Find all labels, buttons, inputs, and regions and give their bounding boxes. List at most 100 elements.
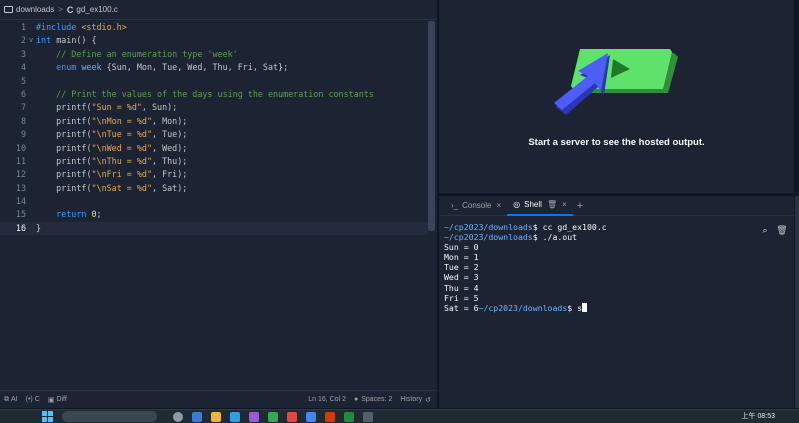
app-icon[interactable] [230,411,240,422]
code-line[interactable]: 13 printf("\nSat = %d", Sat); [0,182,428,195]
close-icon[interactable]: × [562,200,567,209]
terminal-text: Sat = 6 [444,302,479,313]
ai-icon: ⧉ [4,395,9,403]
dot-icon: ● [353,396,359,403]
terminal-line: Wed = 3 [444,272,762,282]
app-icon[interactable] [268,411,278,422]
app-icon[interactable] [192,411,202,422]
console-scrollbar[interactable] [795,196,799,408]
editor-status-bar: ⧉ AI (•) C ▣ Diff Ln 16, Col 2 ● Spaces:… [0,390,437,408]
code-text: enum week {Sun, Mon, Tue, Wed, Thu, Fri,… [56,62,289,73]
code-text: printf("\nThu = %d", Thu); [56,155,188,166]
indentation-setting[interactable]: ● Spaces: 2 [354,396,392,403]
code-text: // Define an enumeration type 'week' [56,48,238,59]
code-line[interactable]: 16} [0,221,428,236]
terminal-line: Sun = 0 [444,242,762,252]
breadcrumb-folder[interactable]: downloads [16,5,54,14]
terminal-text: $ ./a.out [532,232,578,243]
code-line[interactable]: 1 #include <stdio.h> [0,21,428,34]
diff-icon: ▣ [47,396,55,404]
line-number: 11 [15,155,26,166]
tab-console[interactable]: ›_ Console × [445,196,507,216]
terminal-actions: ⌕ 🗑 [759,224,788,236]
code-line[interactable]: 14 [0,195,428,208]
line-number: 4 [20,62,26,73]
taskbar-search-box[interactable] [62,411,157,422]
app-icon[interactable] [249,411,259,422]
trash-tab-icon[interactable]: 🗑 [547,200,557,209]
tab-shell[interactable]: ◎ Shell 🗑 × [507,196,573,216]
app-icon[interactable] [363,411,373,422]
terminal-input-text[interactable]: $ s [567,303,582,313]
terminal-text: Mon = 1 [444,252,479,263]
terminal-text: Wed = 3 [444,272,479,283]
code-text: // Print the values of the days using th… [56,88,374,99]
code-text: #include <stdio.h> [36,22,127,32]
fold-chevron-icon[interactable]: v [26,34,36,47]
line-number: 15 [15,209,26,220]
spaces-label: Spaces: 2 [361,396,393,403]
console-tab-bar: ›_ Console × ◎ Shell 🗑 × + [439,196,794,216]
code-line[interactable]: 8 printf("\nMon = %d", Mon); [0,115,428,128]
code-text: return 0; [56,209,102,220]
code-line[interactable]: 12 printf("\nFri = %d", Fri); [0,168,428,181]
close-icon[interactable]: × [496,201,501,210]
webview-pane: Start a server to see the hosted output. [439,0,794,193]
code-line[interactable]: 9 printf("\nTue = %d", Tue); [0,128,428,141]
line-number: 2 [20,35,26,46]
diff-button[interactable]: ▣ Diff [48,396,67,404]
prompt-path: ~/cp2023/downloads [444,232,533,243]
editor-scrollbar[interactable] [428,21,435,231]
code-line[interactable]: 15 return 0; [0,208,428,221]
code-line[interactable]: 11 printf("\nThu = %d", Thu); [0,155,428,168]
gutter-space [26,168,36,181]
gutter-space [26,182,36,195]
code-line[interactable]: 5 [0,75,428,88]
code-line[interactable]: 7 printf("Sun = %d", Sun); [0,101,428,114]
gutter-space [26,115,36,128]
os-taskbar: 上午 08:53 [0,409,799,423]
app-icon[interactable] [287,411,297,422]
code-text: } [36,222,42,233]
add-tab-button[interactable]: + [577,200,583,212]
terminal-line[interactable]: Sat = 6~/cp2023/downloads$ s [444,302,762,313]
line-number: 16 [15,222,26,233]
code-editor-pane[interactable]: downloads > C gd_ex100.c 1 #include <stdi… [0,0,437,408]
code-text: printf("\nSat = %d", Sat); [56,182,188,193]
cursor-position[interactable]: Ln 16, Col 2 [308,396,346,403]
language-indicator[interactable]: (•) C [26,396,40,403]
terminal-prompt-icon: ›_ [451,201,459,210]
app-icon[interactable] [344,411,354,422]
tab-console-label: Console [462,201,492,210]
gutter-space [26,128,36,141]
code-line[interactable]: 10 printf("\nWed = %d", Wed); [0,142,428,155]
gutter-space [26,195,36,208]
taskbar-clock[interactable]: 上午 08:53 [742,411,775,421]
history-label: History [400,396,423,403]
code-line[interactable]: 2 v int main() { [0,34,428,47]
gutter-space [26,61,36,74]
app-icon[interactable] [211,411,221,422]
history-icon: ↺ [425,396,431,404]
clear-trash-icon[interactable]: 🗑 [776,224,788,236]
code-line[interactable]: 4 enum week {Sun, Mon, Tue, Wed, Thu, Fr… [0,61,428,74]
line-number: 6 [20,88,26,99]
code-line[interactable]: 6 // Print the values of the days using … [0,88,428,101]
breadcrumb-file[interactable]: gd_ex100.c [76,5,117,14]
windows-start-icon[interactable] [42,411,53,422]
code-area[interactable]: 1 #include <stdio.h> 2 v int main() {3 // De… [0,21,428,389]
ai-toggle[interactable]: ⧉ AI [4,396,18,404]
app-icon[interactable] [325,411,335,422]
console-pane[interactable]: ›_ Console × ◎ Shell 🗑 × + ⌕ 🗑 ~/cp2023/… [439,196,794,408]
terminal-output[interactable]: ~/cp2023/downloads$ cc gd_ex100.c ~/cp202… [444,222,762,402]
app-icon[interactable] [306,411,316,422]
code-text: int main() { [36,35,97,46]
code-text: printf("\nTue = %d", Tue); [56,129,188,140]
app-icon[interactable] [173,411,183,422]
code-line[interactable]: 3 // Define an enumeration type 'week' [0,48,428,61]
history-button[interactable]: History ↺ [400,396,431,404]
language-label: C [34,396,40,403]
code-text: printf("Sun = %d", Sun); [56,102,178,113]
gutter-space [26,208,36,221]
terminal-line: Mon = 1 [444,252,762,262]
